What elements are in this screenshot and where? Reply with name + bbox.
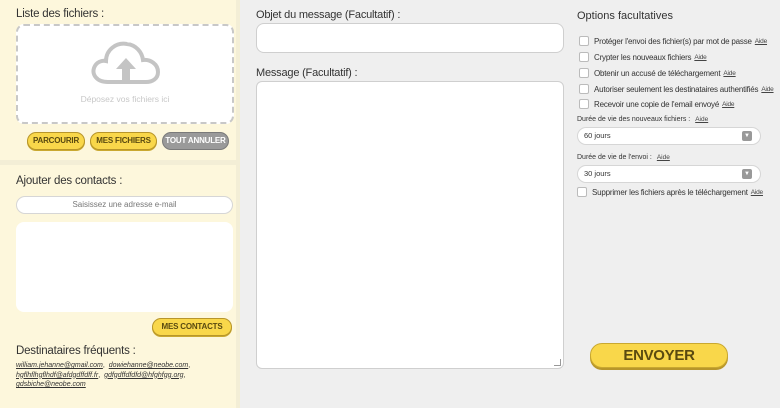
frequent-recipient[interactable]: dowiehanne@neobe.com xyxy=(109,362,189,369)
option-delete-after[interactable]: Supprimer les fichiers après le téléchar… xyxy=(577,186,763,198)
contacts-list-box[interactable] xyxy=(16,222,233,312)
help-link[interactable]: Aide xyxy=(755,38,767,45)
my-files-button[interactable]: MES FICHIERS xyxy=(90,132,157,150)
selected-value: 30 jours xyxy=(584,169,611,178)
my-contacts-button[interactable]: MES CONTACTS xyxy=(152,318,232,336)
checkbox[interactable] xyxy=(579,52,589,62)
help-link[interactable]: Aide xyxy=(722,101,734,108)
option-label: Protéger l'envoi des fichier(s) par mot … xyxy=(594,36,752,46)
chevron-down-icon: ▼ xyxy=(742,131,752,141)
option-label: Autoriser seulement les destinataires au… xyxy=(594,84,759,94)
options-title: Options facultatives xyxy=(577,10,673,22)
option-password[interactable]: Protéger l'envoi des fichier(s) par mot … xyxy=(579,35,767,47)
selected-value: 60 jours xyxy=(584,131,611,140)
file-dropzone[interactable]: Déposez vos fichiers ici xyxy=(16,24,234,124)
help-link[interactable]: Aide xyxy=(695,116,708,123)
upload-cloud-icon xyxy=(91,41,161,84)
subject-input[interactable] xyxy=(256,23,564,53)
message-textarea[interactable] xyxy=(256,81,564,369)
frequent-recipient[interactable]: william.jehanne@gmail.com xyxy=(16,362,103,369)
option-label: Supprimer les fichiers après le téléchar… xyxy=(592,187,748,197)
checkbox[interactable] xyxy=(579,68,589,78)
frequent-recipients: william.jehanne@gmail.com, dowiehanne@ne… xyxy=(16,362,191,388)
chevron-down-icon: ▼ xyxy=(742,169,752,179)
browse-button[interactable]: PARCOURIR xyxy=(27,132,85,150)
subject-label: Objet du message (Facultatif) : xyxy=(256,9,401,21)
cancel-all-button[interactable]: TOUT ANNULER xyxy=(162,132,229,150)
frequent-recipient[interactable]: gdsbiche@neobe.com xyxy=(16,381,86,388)
lifetime-new-select[interactable]: 60 jours ▼ xyxy=(577,127,761,145)
help-link[interactable]: Aide xyxy=(751,189,763,196)
drop-hint: Déposez vos fichiers ici xyxy=(80,94,170,104)
panel-divider xyxy=(0,160,240,165)
resize-handle[interactable] xyxy=(554,359,561,366)
lifetime-new-label: Durée de vie des nouveaux fichiers : Aid… xyxy=(577,116,708,123)
left-panel: Liste des fichiers : Déposez vos fichier… xyxy=(0,0,240,408)
frequent-recipient[interactable]: gdfgdffdfdfd@hfghfgg.org xyxy=(104,372,184,379)
checkbox[interactable] xyxy=(579,36,589,46)
option-label: Recevoir une copie de l'email envoyé xyxy=(594,99,720,109)
send-button[interactable]: ENVOYER xyxy=(590,343,728,368)
help-link[interactable]: Aide xyxy=(723,70,735,77)
lifetime-new-text: Durée de vie des nouveaux fichiers : xyxy=(577,116,691,123)
lifetime-send-text: Durée de vie de l'envoi : xyxy=(577,154,652,161)
checkbox[interactable] xyxy=(577,187,587,197)
checkbox[interactable] xyxy=(579,99,589,109)
frequent-title: Destinataires fréquents : xyxy=(16,345,136,357)
help-link[interactable]: Aide xyxy=(761,86,773,93)
option-encrypt[interactable]: Crypter les nouveaux fichiers Aide xyxy=(579,51,707,63)
help-link[interactable]: Aide xyxy=(657,154,670,161)
lifetime-send-label: Durée de vie de l'envoi : Aide xyxy=(577,154,670,161)
frequent-recipient[interactable]: hgflhflhgflhdf@afdgdffdff.fr xyxy=(16,372,98,379)
checkbox[interactable] xyxy=(579,84,589,94)
email-input[interactable]: Saisissez une adresse e-mail xyxy=(16,196,233,214)
option-label: Obtenir un accusé de téléchargement xyxy=(594,68,721,78)
option-receipt[interactable]: Obtenir un accusé de téléchargement Aide xyxy=(579,67,736,79)
option-authenticated[interactable]: Autoriser seulement les destinataires au… xyxy=(579,83,774,95)
option-copy[interactable]: Recevoir une copie de l'email envoyé Aid… xyxy=(579,98,735,110)
option-label: Crypter les nouveaux fichiers xyxy=(594,52,692,62)
files-title: Liste des fichiers : xyxy=(16,8,105,20)
contacts-title: Ajouter des contacts : xyxy=(16,175,123,187)
help-link[interactable]: Aide xyxy=(694,54,706,61)
lifetime-send-select[interactable]: 30 jours ▼ xyxy=(577,165,761,183)
message-label: Message (Facultatif) : xyxy=(256,67,358,79)
